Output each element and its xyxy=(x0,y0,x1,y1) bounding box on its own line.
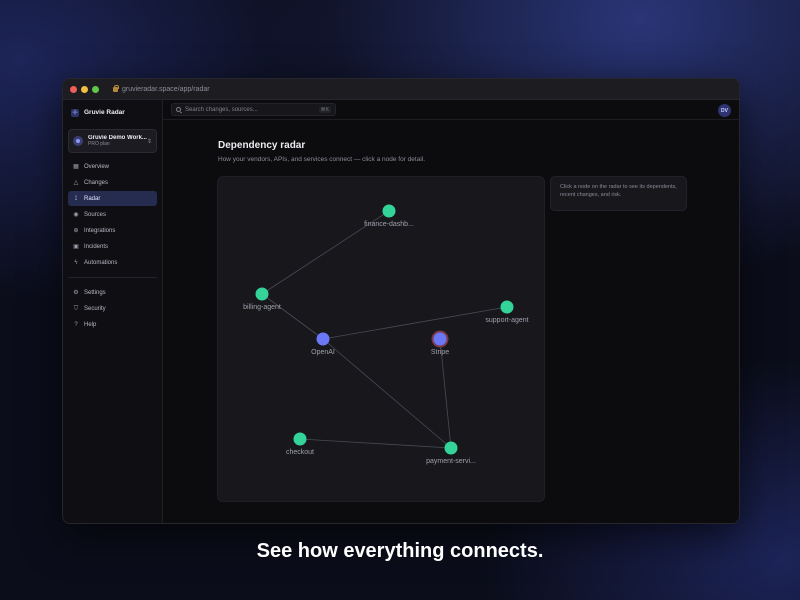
user-avatar[interactable]: DV xyxy=(718,104,731,117)
node-dot[interactable] xyxy=(316,332,330,346)
browser-window: gruvieradar.space/app/radar ⊹ Gruvie Rad… xyxy=(62,78,740,524)
sidebar-item-label: Settings xyxy=(84,289,106,296)
lock-icon xyxy=(113,84,119,92)
sidebar-item-incidents[interactable]: ▣ Incidents xyxy=(68,239,157,254)
main-panel: Search changes, sources... ⌘K DV Depende… xyxy=(163,100,739,523)
graph-node-payment-servi[interactable]: payment-servi... xyxy=(426,441,476,466)
workspace-switcher[interactable]: Gruvie Demo Work... PRO plan ⇕ xyxy=(68,129,157,153)
top-bar: Search changes, sources... ⌘K DV xyxy=(163,100,739,120)
address-bar[interactable]: gruvieradar.space/app/radar xyxy=(113,84,210,93)
broadcast-icon: ◉ xyxy=(73,211,79,218)
sidebar-item-settings[interactable]: ⚙ Settings xyxy=(68,285,157,300)
brand[interactable]: ⊹ Gruvie Radar xyxy=(68,106,157,119)
page-title: Dependency radar xyxy=(218,140,306,151)
node-dot[interactable] xyxy=(293,432,307,446)
shield-icon: ⛉ xyxy=(73,305,79,312)
maximize-window-button[interactable] xyxy=(92,85,99,93)
sidebar-nav: ▦ Overview △ Changes ⟟ Radar ◉ Sources ⊕ xyxy=(68,159,157,332)
graph-node-finance-dashb[interactable]: finance-dashb... xyxy=(364,204,414,229)
bolt-icon: ϟ xyxy=(74,259,78,266)
graph-edge-checkout-payment-servi xyxy=(299,438,452,449)
node-dot[interactable] xyxy=(500,300,514,314)
sidebar-item-label: Incidents xyxy=(84,243,109,250)
graph-node-billing-agent[interactable]: billing-agent xyxy=(243,287,281,312)
node-label: OpenAI xyxy=(311,349,335,356)
graph-edge-support-agent-openai xyxy=(322,306,508,340)
node-dot[interactable] xyxy=(433,332,447,346)
close-window-button[interactable] xyxy=(70,85,77,93)
sidebar-item-label: Security xyxy=(84,305,106,312)
app-shell: ⊹ Gruvie Radar Gruvie Demo Work... PRO p… xyxy=(63,100,739,523)
sidebar-item-integrations[interactable]: ⊕ Integrations xyxy=(68,223,157,238)
node-dot[interactable] xyxy=(255,287,269,301)
graph-node-support-agent[interactable]: support-agent xyxy=(485,300,529,325)
node-label: support-agent xyxy=(485,317,528,324)
node-label: checkout xyxy=(286,449,314,456)
search-input[interactable]: Search changes, sources... ⌘K xyxy=(171,103,336,116)
dependency-radar-canvas[interactable]: finance-dashb... billing-agent support-age… xyxy=(217,176,545,502)
node-label: billing-agent xyxy=(243,304,281,311)
sidebar-item-label: Sources xyxy=(84,211,107,218)
graph-node-checkout[interactable]: checkout xyxy=(286,432,314,457)
sidebar-item-changes[interactable]: △ Changes xyxy=(68,175,157,190)
url-text: gruvieradar.space/app/radar xyxy=(122,85,210,93)
node-detail-panel: Click a node on the radar to see its dep… xyxy=(550,176,687,211)
sidebar-item-radar[interactable]: ⟟ Radar xyxy=(68,191,157,206)
browser-titlebar: gruvieradar.space/app/radar xyxy=(63,79,739,100)
workspace-avatar xyxy=(73,136,83,146)
node-label: Stripe xyxy=(431,349,449,356)
sidebar-item-label: Radar xyxy=(84,195,101,202)
graph-node-stripe[interactable]: Stripe xyxy=(431,330,449,357)
shortcut-hint: ⌘K xyxy=(318,106,331,113)
search-placeholder: Search changes, sources... xyxy=(185,106,258,113)
sidebar-item-help[interactable]: ? Help xyxy=(68,317,157,332)
workspace-plan: PRO plan xyxy=(88,140,110,147)
gear-icon: ⚙ xyxy=(73,289,79,296)
sidebar-item-label: Integrations xyxy=(84,227,116,234)
sidebar-divider xyxy=(68,277,157,278)
help-icon: ? xyxy=(74,321,78,328)
detail-hint: Click a node on the radar to see its dep… xyxy=(560,184,677,199)
marketing-caption: See how everything connects. xyxy=(256,540,544,562)
sidebar-item-label: Automations xyxy=(84,259,118,266)
search-icon xyxy=(176,107,181,112)
warning-icon: △ xyxy=(73,179,79,186)
grid-icon: ▦ xyxy=(73,163,79,170)
node-dot[interactable] xyxy=(382,204,396,218)
sidebar-item-security[interactable]: ⛉ Security xyxy=(68,301,157,316)
node-dot[interactable] xyxy=(444,441,458,455)
sidebar: ⊹ Gruvie Radar Gruvie Demo Work... PRO p… xyxy=(63,100,163,523)
graph-node-openai[interactable]: OpenAI xyxy=(311,332,335,357)
radar-graph[interactable]: finance-dashb... billing-agent support-age… xyxy=(218,177,546,503)
sidebar-item-label: Help xyxy=(84,321,97,328)
alarm-icon: ▣ xyxy=(73,243,79,250)
sidebar-item-label: Overview xyxy=(84,163,110,170)
sidebar-item-label: Changes xyxy=(84,179,109,186)
chevron-updown-icon: ⇕ xyxy=(146,138,152,145)
graph-edge-billing-agent-openai xyxy=(261,293,324,340)
node-label: payment-servi... xyxy=(426,458,476,465)
page-content: Dependency radar How your vendors, APIs,… xyxy=(163,120,739,523)
node-label: finance-dashb... xyxy=(364,221,414,228)
plug-icon: ⊕ xyxy=(73,227,79,234)
radar-icon: ⟟ xyxy=(74,195,78,202)
sidebar-item-sources[interactable]: ◉ Sources xyxy=(68,207,157,222)
page-subtitle: How your vendors, APIs, and services con… xyxy=(218,156,426,163)
radar-logo-icon: ⊹ xyxy=(71,108,79,117)
sidebar-item-overview[interactable]: ▦ Overview xyxy=(68,159,157,174)
minimize-window-button[interactable] xyxy=(81,85,88,93)
brand-name: Gruvie Radar xyxy=(84,109,125,116)
sidebar-item-automations[interactable]: ϟ Automations xyxy=(68,255,157,270)
